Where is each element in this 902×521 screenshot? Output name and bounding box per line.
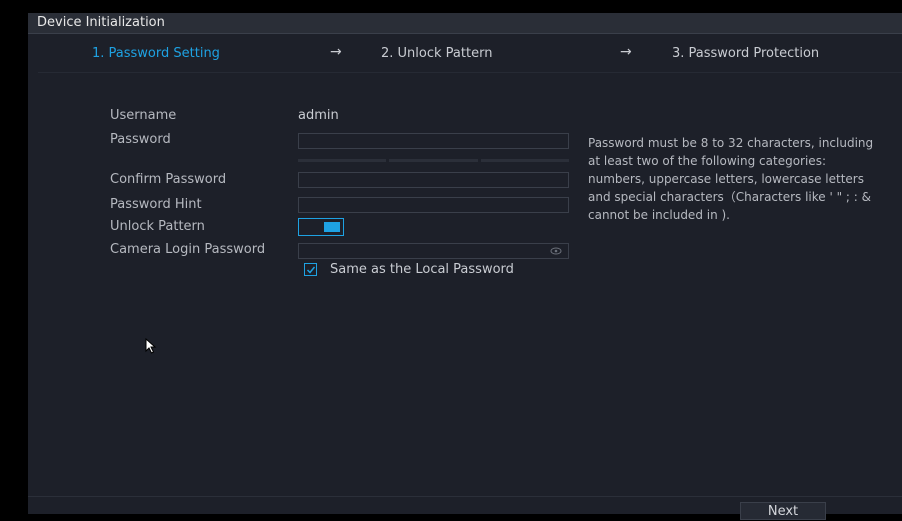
username-value: admin	[298, 108, 339, 123]
hint-line: and special characters（Characters like '…	[588, 190, 872, 204]
password-rules-hint: Password must be 8 to 32 characters, inc…	[588, 134, 902, 224]
left-border	[0, 0, 9, 513]
hint-line: Password must be 8 to 32 characters, inc…	[588, 136, 874, 150]
confirm-password-field[interactable]	[298, 172, 569, 188]
unlock-pattern-toggle[interactable]	[298, 218, 344, 236]
divider	[38, 72, 902, 73]
main-panel: 1. Password Setting → 2. Unlock Pattern …	[28, 34, 902, 496]
password-strength-meter	[298, 159, 569, 162]
step-arrow-2: →	[620, 44, 632, 60]
next-button[interactable]: Next	[740, 502, 826, 520]
password-hint-label: Password Hint	[110, 197, 202, 212]
same-as-local-checkbox[interactable]	[304, 263, 317, 276]
eye-icon[interactable]	[550, 246, 562, 256]
mouse-cursor-icon	[145, 338, 157, 354]
confirm-password-label: Confirm Password	[110, 172, 227, 187]
password-label: Password	[110, 132, 171, 147]
camera-login-password-field[interactable]	[298, 243, 569, 259]
username-label: Username	[110, 108, 177, 123]
password-hint-field[interactable]	[298, 197, 569, 213]
strength-segment	[298, 159, 387, 162]
step-unlock-pattern[interactable]: 2. Unlock Pattern	[381, 46, 492, 61]
unlock-pattern-label: Unlock Pattern	[110, 219, 205, 234]
title-bar: Device Initialization	[28, 13, 902, 34]
check-icon	[306, 266, 316, 274]
hint-line: numbers, uppercase letters, lowercase le…	[588, 172, 864, 186]
step-arrow-1: →	[330, 44, 342, 60]
device-initialization-window: Device Initialization 1. Password Settin…	[0, 0, 902, 520]
toggle-knob	[324, 222, 340, 232]
window-title: Device Initialization	[37, 15, 165, 30]
step-password-protection[interactable]: 3. Password Protection	[672, 46, 819, 61]
step-password-setting[interactable]: 1. Password Setting	[92, 46, 220, 61]
password-field[interactable]	[298, 133, 569, 149]
hint-line: cannot be included in ).	[588, 208, 730, 222]
same-as-local-label: Same as the Local Password	[330, 262, 514, 277]
footer-bar: Next	[28, 496, 902, 520]
step-indicator: 1. Password Setting → 2. Unlock Pattern …	[28, 34, 902, 72]
camera-login-password-label: Camera Login Password	[110, 242, 266, 257]
strength-segment	[389, 159, 478, 162]
strength-segment	[480, 159, 569, 162]
hint-line: at least two of the following categories…	[588, 154, 826, 168]
